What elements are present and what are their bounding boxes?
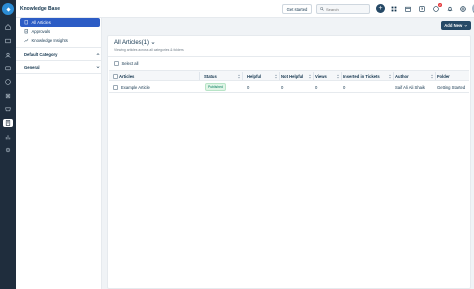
articles-view-selector[interactable]: All Articles(1) (114, 40, 155, 46)
column-divider (199, 72, 200, 80)
author-name: Saif Ali Ali Shaik (395, 84, 426, 90)
row-checkbox[interactable] (113, 85, 118, 90)
articles-title: All Articles(1) (114, 40, 150, 46)
status-cell: Published (205, 81, 226, 93)
add-new-label: Add New (444, 23, 463, 28)
document-icon (24, 20, 28, 25)
select-all-label: Select all (121, 61, 139, 66)
category-label: General (24, 64, 40, 70)
search-box[interactable] (316, 4, 370, 14)
home-icon[interactable] (3, 23, 13, 31)
sidebar-item-label: All Articles (31, 20, 51, 25)
column-header-status[interactable]: Status (204, 71, 242, 81)
calendar-icon[interactable] (404, 5, 412, 13)
column-divider (393, 72, 394, 80)
sidebar-item-knowledge-insights[interactable]: Knowledge Insights (20, 36, 100, 45)
chart-icon (24, 39, 29, 43)
select-all[interactable]: Select all (114, 61, 139, 66)
chevron-down-icon (151, 42, 155, 45)
helpful-count: 0 (247, 84, 250, 90)
articles-panel: All Articles(1) Viewing articles across … (107, 35, 471, 289)
header-checkbox[interactable] (113, 74, 118, 79)
page-title: Knowledge Base (20, 6, 61, 12)
sort-icon (389, 74, 391, 79)
settings-icon[interactable] (3, 146, 13, 154)
sidebar-item-label: Knowledge Insights (31, 38, 68, 43)
sort-icon (275, 74, 277, 79)
column-header-not-helpful[interactable]: Not Helpful (281, 71, 313, 81)
column-label: Folder (437, 73, 450, 79)
search-icon (320, 7, 324, 11)
top-bar: Knowledge Base Get started + 2 (16, 0, 474, 18)
divider (108, 56, 470, 57)
apps-icon[interactable] (459, 5, 467, 13)
bell-icon[interactable] (446, 5, 454, 13)
kb-sidebar: All Articles Approvals Knowledge Insight… (16, 18, 102, 289)
column-label: Inserted in Tickets (343, 73, 380, 79)
column-divider (279, 72, 280, 80)
folder-name[interactable]: Getting Started (437, 81, 465, 93)
articles-subtitle: Viewing articles across all categories &… (114, 48, 184, 52)
marketplace-icon[interactable] (3, 105, 13, 113)
analytics-icon[interactable] (3, 133, 13, 141)
select-all-checkbox[interactable] (114, 61, 119, 66)
column-divider (313, 72, 314, 80)
chevron-down-icon (464, 24, 468, 27)
sort-icon (431, 74, 433, 79)
column-label: Helpful (247, 73, 262, 79)
category-default[interactable]: Default Category (24, 50, 100, 58)
sidebar-divider (16, 73, 102, 74)
automation-icon[interactable] (3, 92, 13, 100)
views-count: 0 (315, 84, 318, 90)
contacts-icon[interactable] (3, 51, 13, 59)
check-document-icon (24, 29, 28, 34)
column-label: Status (204, 73, 217, 79)
reports-icon[interactable] (3, 78, 13, 86)
sort-icon (238, 74, 240, 79)
column-header-articles[interactable]: Articles (119, 71, 199, 81)
column-header-views[interactable]: Views (315, 71, 341, 81)
search-input[interactable] (326, 6, 366, 12)
article-title-link[interactable]: Example Article (121, 81, 150, 93)
sidebar-divider (16, 60, 102, 61)
grid-icon[interactable] (390, 5, 398, 13)
category-general[interactable]: General (24, 63, 100, 71)
column-header-author[interactable]: Author (395, 71, 435, 81)
column-divider (242, 72, 243, 80)
column-divider (341, 72, 342, 80)
app-logo-icon[interactable] (2, 3, 14, 15)
add-new-button[interactable]: Add New (441, 21, 471, 30)
knowledge-base-icon[interactable] (3, 119, 13, 127)
notification-count-badge: 2 (438, 3, 442, 7)
sort-icon (309, 74, 311, 79)
category-label: Default Category (24, 51, 58, 57)
column-header-inserted-in-tickets[interactable]: Inserted in Tickets (343, 71, 393, 81)
sidebar-item-label: Approvals (31, 29, 51, 34)
column-label: Not Helpful (281, 73, 304, 79)
sidebar-item-approvals[interactable]: Approvals (20, 27, 100, 36)
column-header-helpful[interactable]: Helpful (247, 71, 279, 81)
table-header: Articles Status Helpful Not Helpful View… (109, 70, 469, 81)
inserted-count: 0 (343, 84, 346, 90)
status-badge: Published (205, 83, 226, 91)
table-row[interactable]: Example Article Published 0 0 0 0 Saif A… (109, 81, 469, 93)
column-label: Author (395, 73, 409, 79)
column-header-folder[interactable]: Folder (437, 71, 469, 81)
column-label: Views (315, 73, 327, 79)
quick-create-button[interactable]: + (376, 4, 385, 13)
chevron-up-icon (96, 53, 100, 55)
inbox-icon[interactable] (3, 37, 13, 45)
sort-icon (337, 74, 339, 79)
chevron-down-icon (96, 66, 100, 69)
sidebar-item-all-articles[interactable]: All Articles (20, 18, 100, 27)
not-helpful-count: 0 (281, 84, 284, 90)
column-label: Articles (119, 73, 135, 79)
get-started-button[interactable]: Get started (282, 4, 312, 14)
help-icon[interactable] (418, 5, 426, 13)
left-navigation-rail (0, 0, 16, 289)
tickets-icon[interactable] (3, 64, 13, 72)
sidebar-divider (16, 47, 102, 48)
column-divider (435, 72, 436, 80)
